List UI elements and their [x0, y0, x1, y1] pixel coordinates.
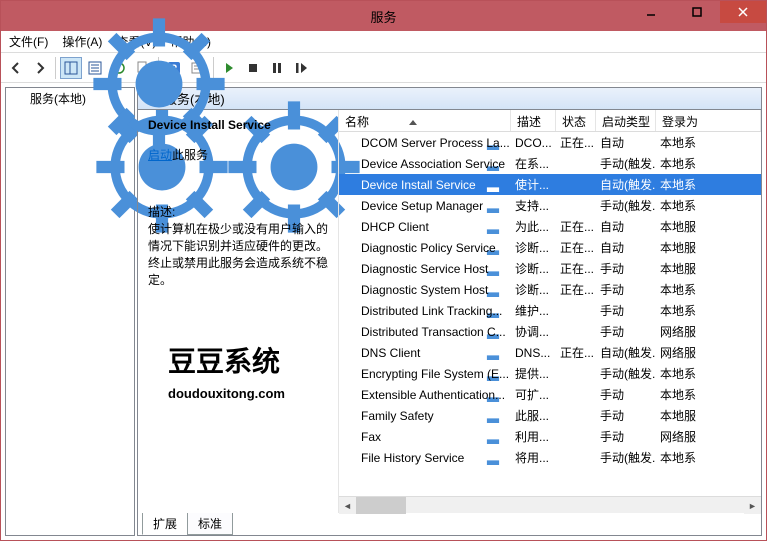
gear-icon	[343, 304, 357, 318]
gear-icon	[343, 199, 357, 213]
tab-standard[interactable]: 标准	[187, 513, 233, 535]
service-row[interactable]: Encrypting File System (E...提供...手动(触发..…	[339, 363, 761, 384]
selected-service-title: Device Install Service	[148, 118, 328, 132]
service-row[interactable]: Diagnostic Service Host诊断...正在...手动本地服	[339, 258, 761, 279]
col-state[interactable]: 状态	[556, 110, 596, 131]
horizontal-scrollbar[interactable]: ◄ ►	[339, 496, 761, 513]
service-row[interactable]: DHCP Client为此...正在...自动本地服	[339, 216, 761, 237]
detail-pane: Device Install Service 启动此服务 描述: 使计算机在极少…	[138, 110, 338, 296]
col-name[interactable]: 名称	[339, 110, 511, 131]
gear-icon	[343, 451, 357, 465]
close-button[interactable]	[720, 1, 766, 23]
gear-icon	[343, 388, 357, 402]
desc-label: 描述:	[148, 203, 328, 220]
gear-icon	[343, 325, 357, 339]
start-suffix: 此服务	[172, 148, 208, 162]
gear-icon	[343, 367, 357, 381]
titlebar[interactable]: 服务	[1, 1, 766, 31]
list-rows: DCOM Server Process La...DCO...正在...自动本地…	[339, 132, 761, 496]
gear-icon	[343, 283, 357, 297]
service-row[interactable]: Device Setup Manager支持...手动(触发...本地系	[339, 195, 761, 216]
service-row[interactable]: DCOM Server Process La...DCO...正在...自动本地…	[339, 132, 761, 153]
service-row[interactable]: Distributed Transaction C...协调...手动网络服	[339, 321, 761, 342]
desc-text: 使计算机在极少或没有用户输入的情况下能识别并适应硬件的更改。终止或禁用此服务会造…	[148, 220, 328, 288]
gear-icon	[343, 262, 357, 276]
gear-icon	[343, 220, 357, 234]
service-row[interactable]: Fax利用...手动网络服	[339, 426, 761, 447]
scroll-left-button[interactable]: ◄	[339, 497, 356, 514]
col-start[interactable]: 启动类型	[596, 110, 656, 131]
start-service-link[interactable]: 启动	[148, 148, 172, 162]
col-desc[interactable]: 描述	[511, 110, 556, 131]
scroll-right-button[interactable]: ►	[744, 497, 761, 514]
gear-icon	[343, 136, 357, 150]
watermark-url: doudouxitong.com	[168, 386, 285, 401]
minimize-button[interactable]	[628, 1, 674, 23]
gear-icon	[343, 241, 357, 255]
right-pane: 服务(本地) Device Install Service 启动此服务 描述: …	[137, 87, 762, 536]
gear-icon	[343, 157, 357, 171]
tab-bar: 扩展 标准	[138, 513, 761, 535]
gear-icon	[343, 178, 357, 192]
service-row[interactable]: Diagnostic Policy Service诊断...正在...自动本地服	[339, 237, 761, 258]
services-window: 服务 文件(F) 操作(A) 查看(V) 帮助(H) ?	[0, 0, 767, 541]
service-row[interactable]: DNS ClientDNS...正在...自动(触发...网络服	[339, 342, 761, 363]
list-header: 名称 描述 状态 启动类型 登录为	[339, 110, 761, 132]
gear-icon	[343, 346, 357, 360]
service-row[interactable]: File History Service将用...手动(触发...本地系	[339, 447, 761, 468]
tab-extended[interactable]: 扩展	[142, 513, 188, 535]
sort-asc-icon	[409, 120, 417, 125]
service-row[interactable]: Distributed Link Tracking...维护...手动本地系	[339, 300, 761, 321]
col-logon[interactable]: 登录为	[656, 110, 761, 131]
service-row[interactable]: Family Safety此服...手动本地服	[339, 405, 761, 426]
service-row[interactable]: Device Install Service使计...自动(触发...本地系	[339, 174, 761, 195]
window-title: 服务	[370, 7, 396, 26]
service-row[interactable]: Extensible Authentication...可扩...手动本地系	[339, 384, 761, 405]
app-icon	[9, 9, 23, 23]
gear-icon	[343, 430, 357, 444]
service-row[interactable]: Device Association Service在系...手动(触发...本…	[339, 153, 761, 174]
gear-icon	[343, 409, 357, 423]
watermark-text: 豆豆系统	[168, 340, 285, 380]
maximize-button[interactable]	[674, 1, 720, 23]
service-row[interactable]: Diagnostic System Host诊断...正在...手动本地系	[339, 279, 761, 300]
service-list: 名称 描述 状态 启动类型 登录为 DCOM Server Process La…	[338, 110, 761, 513]
scroll-thumb[interactable]	[356, 497, 406, 514]
